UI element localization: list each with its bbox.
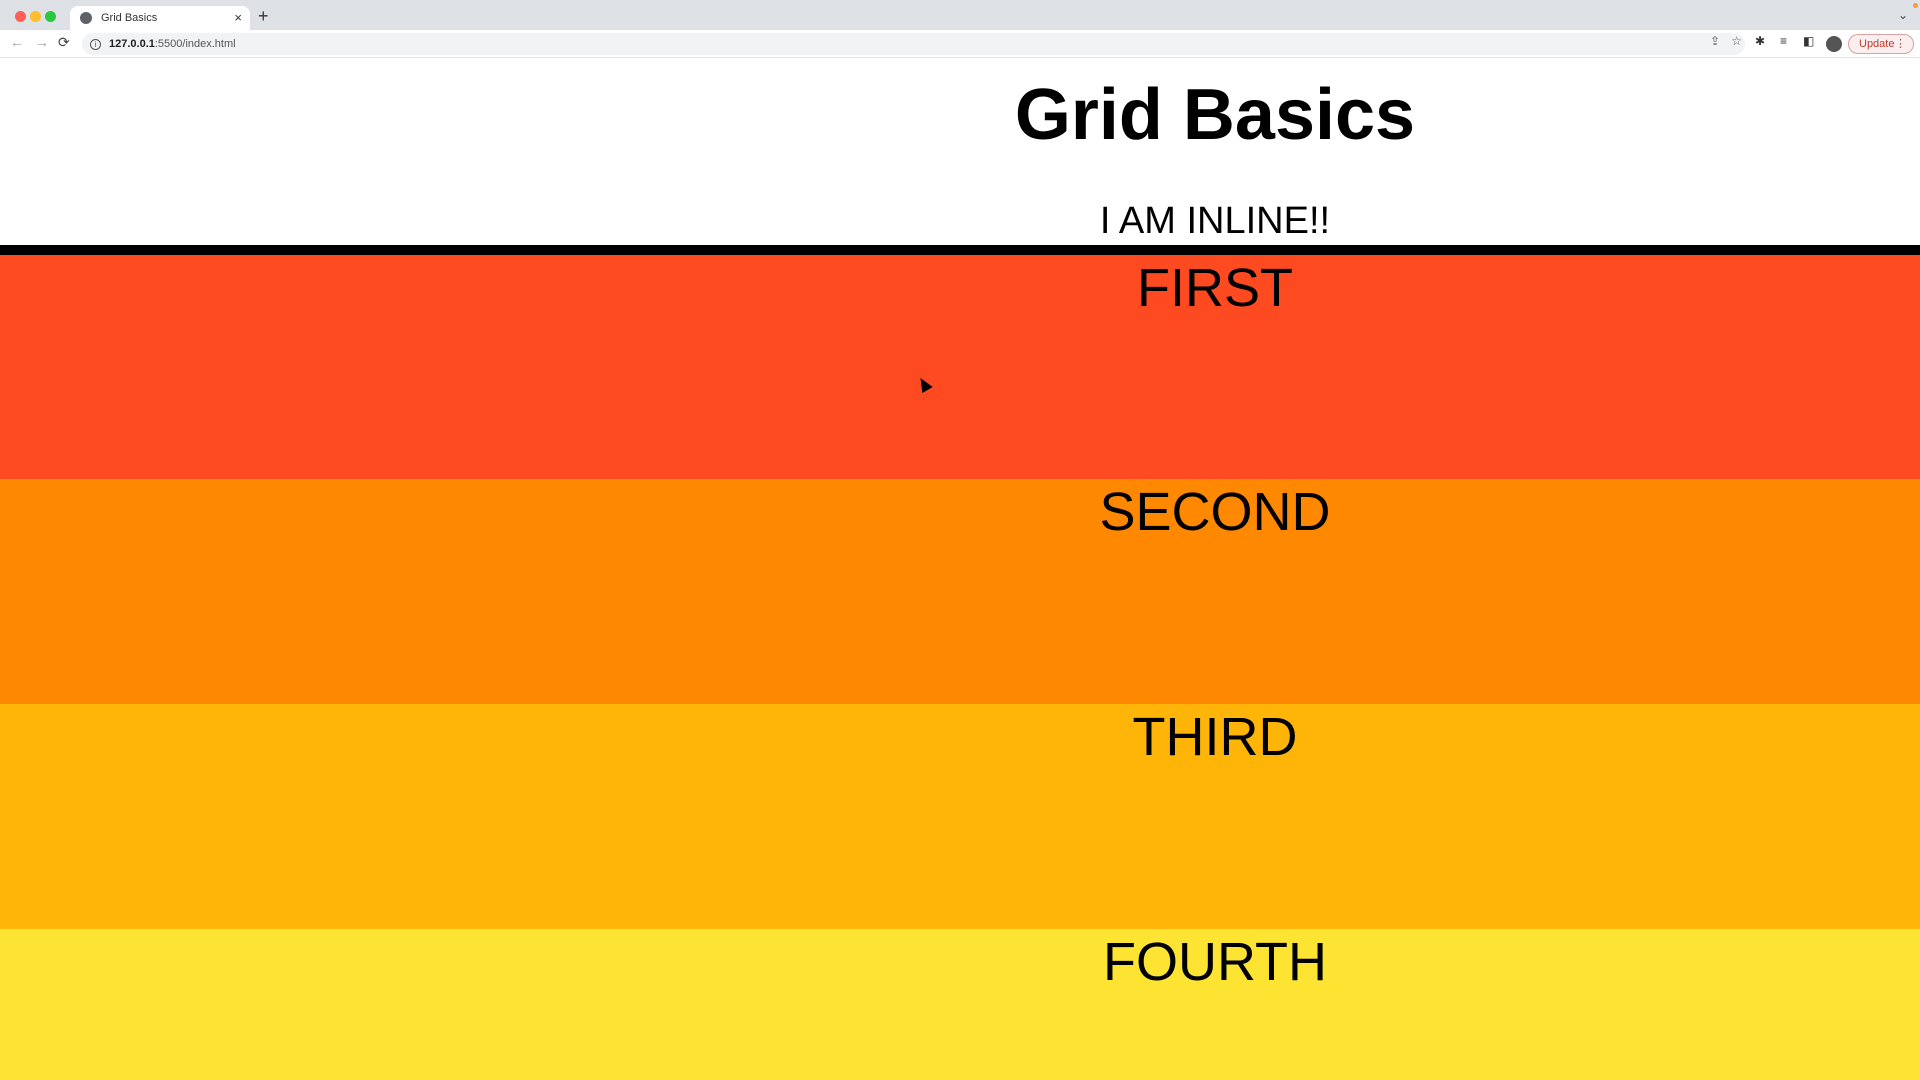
tab-strip: Grid Basics × + ⌄: [0, 0, 1920, 30]
tab-title: Grid Basics: [101, 12, 158, 24]
update-button[interactable]: Update ⋮: [1848, 34, 1914, 54]
url-path: :5500/index.html: [154, 38, 236, 50]
grid-item-first: FIRST: [0, 255, 1920, 479]
address-bar[interactable]: i 127.0.0.1 :5500/index.html: [82, 33, 1745, 55]
grid-item-third: THIRD: [0, 704, 1920, 929]
share-icon[interactable]: ⇪: [1710, 34, 1720, 48]
grid-item-label: SECOND: [1099, 482, 1331, 542]
media-controls-icon[interactable]: ≡: [1780, 34, 1787, 48]
notification-dot: [1913, 3, 1918, 8]
tab-search-chevron-icon[interactable]: ⌄: [1898, 8, 1908, 22]
window-close-button[interactable]: [15, 11, 26, 22]
extensions-puzzle-icon[interactable]: ✱: [1755, 34, 1765, 48]
window-minimize-button[interactable]: [30, 11, 41, 22]
reload-button[interactable]: ⟳: [58, 34, 70, 51]
site-info-icon[interactable]: i: [90, 38, 101, 50]
url-host: 127.0.0.1: [109, 38, 155, 50]
page-content: Grid Basics I AM INLINE!! FIRST SECOND T…: [0, 58, 1920, 1080]
new-tab-button[interactable]: +: [258, 6, 269, 27]
close-tab-icon[interactable]: ×: [234, 10, 242, 25]
page-title: Grid Basics: [1014, 75, 1416, 155]
inline-text: I AM INLINE!!: [1099, 200, 1331, 242]
grid-item-label: FOURTH: [1103, 932, 1327, 992]
bookmark-star-icon[interactable]: ☆: [1731, 34, 1742, 48]
window-maximize-button[interactable]: [45, 11, 56, 22]
grid-item-fourth: FOURTH: [0, 929, 1920, 1080]
grid-item-label: FIRST: [1137, 258, 1293, 318]
back-button[interactable]: ←: [10, 34, 24, 50]
side-panel-icon[interactable]: ◧: [1803, 34, 1814, 48]
update-label: Update: [1859, 38, 1895, 50]
grid-item-label: THIRD: [1132, 707, 1298, 767]
profile-avatar[interactable]: [1826, 36, 1842, 52]
forward-button[interactable]: →: [35, 34, 49, 50]
browser-toolbar: ← → ⟳ i 127.0.0.1 :5500/index.html ⇪ ☆ ✱…: [0, 30, 1920, 58]
browser-tab[interactable]: Grid Basics ×: [70, 6, 250, 30]
globe-icon: [80, 12, 92, 24]
menu-dots-icon[interactable]: ⋮: [1895, 37, 1906, 50]
grid-item-second: SECOND: [0, 479, 1920, 704]
divider-bar: [0, 245, 1920, 255]
